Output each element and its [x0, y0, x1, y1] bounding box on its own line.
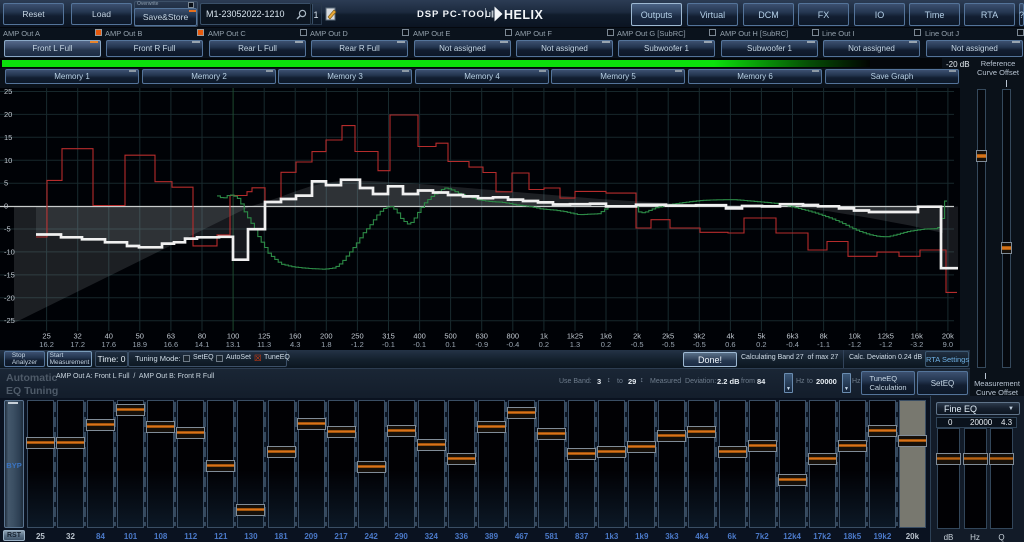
svg-text:17.6: 17.6	[101, 340, 116, 349]
svg-text:-0.1: -0.1	[413, 340, 426, 349]
svg-text:0.2: 0.2	[756, 340, 766, 349]
svg-text:10: 10	[4, 156, 12, 165]
svg-text:-15: -15	[4, 270, 15, 279]
svg-text:-0.4: -0.4	[786, 340, 799, 349]
svg-text:-10: -10	[4, 247, 15, 256]
svg-text:-20: -20	[4, 293, 15, 302]
svg-text:25: 25	[4, 88, 12, 96]
svg-text:0.2: 0.2	[601, 340, 611, 349]
svg-text:-3.2: -3.2	[910, 340, 923, 349]
svg-text:0.1: 0.1	[445, 340, 455, 349]
svg-text:-0.5: -0.5	[631, 340, 644, 349]
svg-text:1.3: 1.3	[570, 340, 580, 349]
svg-text:16.2: 16.2	[39, 340, 54, 349]
svg-text:15: 15	[4, 133, 12, 142]
svg-text:-0.5: -0.5	[662, 340, 675, 349]
svg-text:-0.9: -0.9	[475, 340, 488, 349]
svg-text:9.0: 9.0	[943, 340, 953, 349]
svg-text:-25: -25	[4, 316, 15, 325]
svg-text:0.2: 0.2	[539, 340, 549, 349]
svg-text:-1.2: -1.2	[879, 340, 892, 349]
svg-text:0: 0	[4, 202, 8, 211]
svg-text:-0.5: -0.5	[693, 340, 706, 349]
svg-text:0.6: 0.6	[725, 340, 735, 349]
svg-text:4.3: 4.3	[290, 340, 300, 349]
svg-text:5: 5	[4, 179, 8, 188]
svg-text:-1.2: -1.2	[351, 340, 364, 349]
svg-text:14.1: 14.1	[195, 340, 210, 349]
svg-text:-5: -5	[4, 225, 11, 234]
svg-text:11.3: 11.3	[257, 340, 271, 349]
svg-text:-1.2: -1.2	[848, 340, 861, 349]
svg-text:13.1: 13.1	[226, 340, 241, 349]
svg-text:20: 20	[4, 110, 12, 119]
svg-text:-0.4: -0.4	[506, 340, 519, 349]
svg-text:-1.1: -1.1	[817, 340, 830, 349]
svg-text:-0.1: -0.1	[382, 340, 395, 349]
svg-text:16.6: 16.6	[164, 340, 179, 349]
svg-text:18.9: 18.9	[132, 340, 147, 349]
svg-text:1.8: 1.8	[321, 340, 331, 349]
svg-text:17.2: 17.2	[70, 340, 85, 349]
